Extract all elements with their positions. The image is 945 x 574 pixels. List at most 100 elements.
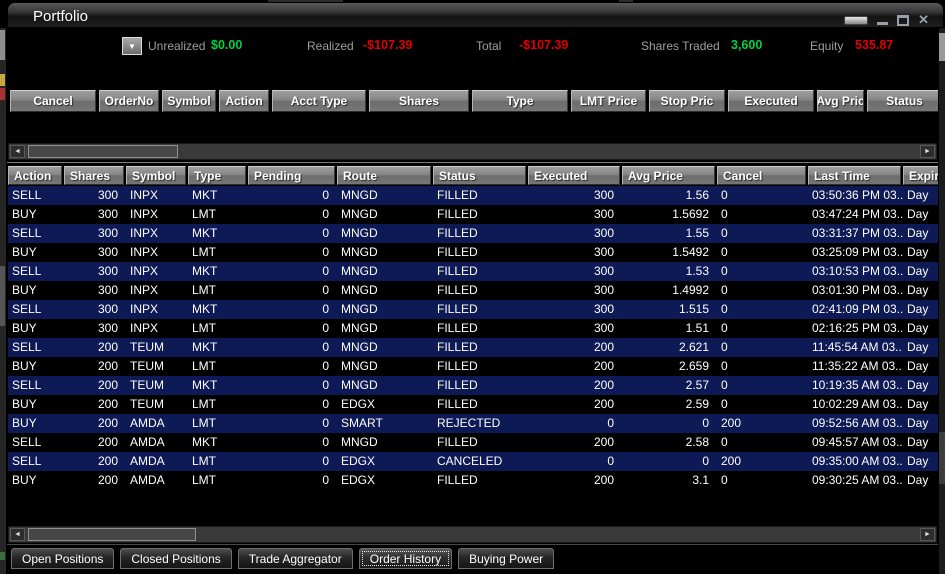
pin-button[interactable] xyxy=(844,16,869,25)
cell-status: FILLED xyxy=(437,226,478,240)
cell-status: FILLED xyxy=(437,378,478,392)
table-row[interactable]: BUY 300 INPX LMT 0 MNGD FILLED 300 1.4992 0 03:01:… xyxy=(8,281,938,300)
cell-cancel: 0 xyxy=(721,359,728,373)
tab-open-positions[interactable]: Open Positions xyxy=(11,548,115,569)
window-title: Portfolio xyxy=(33,8,89,25)
table-row[interactable]: BUY 200 TEUM LMT 0 EDGX FILLED 200 2.59 0 10:02:29… xyxy=(8,395,938,414)
cell-action: BUY xyxy=(12,283,37,297)
order-entry-col-acct-type[interactable]: Acct Type xyxy=(272,90,366,112)
cell-route: EDGX xyxy=(341,454,376,468)
vertical-scrollbar[interactable] xyxy=(938,28,945,574)
scroll-left-icon[interactable]: ◄ xyxy=(10,528,25,541)
cell-last-time: 03:47:24 PM 03... xyxy=(812,207,903,221)
tab-closed-positions[interactable]: Closed Positions xyxy=(120,548,232,569)
table-row[interactable]: BUY 300 INPX LMT 0 MNGD FILLED 300 1.51 0 02:16:25… xyxy=(8,319,938,338)
order-entry-col-status[interactable]: Status xyxy=(867,90,942,112)
close-icon[interactable]: ✕ xyxy=(918,13,929,26)
cell-pending: 0 xyxy=(322,340,329,354)
order-entry-col-shares[interactable]: Shares xyxy=(369,90,469,112)
scrollbar-thumb[interactable] xyxy=(939,33,945,61)
cell-action: SELL xyxy=(12,454,42,468)
cell-avg-price: 2.59 xyxy=(685,397,709,411)
order-entry-col-stop-pric[interactable]: Stop Pric xyxy=(649,90,725,112)
cell-shares: 300 xyxy=(97,207,118,221)
cell-last-time: 02:41:09 PM 03... xyxy=(812,302,903,316)
scrollbar-thumb[interactable] xyxy=(28,145,178,158)
table-row[interactable]: SELL 300 INPX MKT 0 MNGD FILLED 300 1.53 0 03:10:5… xyxy=(8,262,938,281)
cell-pending: 0 xyxy=(322,226,329,240)
cell-type: LMT xyxy=(192,283,216,297)
table-row[interactable]: BUY 300 INPX LMT 0 MNGD FILLED 300 1.5492 0 03:25:… xyxy=(8,243,938,262)
order-history-col-action[interactable]: Action xyxy=(8,166,62,185)
table-row[interactable]: SELL 200 AMDA MKT 0 MNGD FILLED 200 2.58 0 09:45:5… xyxy=(8,433,938,452)
cell-route: MNGD xyxy=(341,359,378,373)
order-history-col-type[interactable]: Type xyxy=(188,166,246,185)
cell-type: MKT xyxy=(192,435,218,449)
cell-pending: 0 xyxy=(322,264,329,278)
scroll-right-icon[interactable]: ► xyxy=(920,145,935,158)
table-row[interactable]: SELL 300 INPX MKT 0 MNGD FILLED 300 1.55 0 03:31:3… xyxy=(8,224,938,243)
table-row[interactable]: SELL 200 TEUM MKT 0 MNGD FILLED 200 2.621 0 11:45:… xyxy=(8,338,938,357)
cell-action: SELL xyxy=(12,264,42,278)
order-history-col-symbol[interactable]: Symbol xyxy=(126,166,186,185)
cell-symbol: AMDA xyxy=(130,473,165,487)
cell-pending: 0 xyxy=(322,359,329,373)
scroll-left-icon[interactable]: ◄ xyxy=(10,145,25,158)
cell-action: BUY xyxy=(12,473,37,487)
table-row[interactable]: SELL 300 INPX MKT 0 MNGD FILLED 300 1.56 0 03:50:3… xyxy=(8,186,938,205)
order-entry-col-lmt-price[interactable]: LMT Price xyxy=(571,90,646,112)
cell-shares: 200 xyxy=(97,397,118,411)
order-history-col-last-time[interactable]: Last Time xyxy=(808,166,901,185)
order-entry-col-symbol[interactable]: Symbol xyxy=(162,90,216,112)
table-row[interactable]: BUY 200 AMDA LMT 0 SMART REJECTED 0 0 200 09:52:56… xyxy=(8,414,938,433)
cell-cancel: 200 xyxy=(721,454,742,468)
stat-value-unrealized: $0.00 xyxy=(211,38,243,52)
order-history-col-executed[interactable]: Executed xyxy=(528,166,620,185)
table-row[interactable]: BUY 300 INPX LMT 0 MNGD FILLED 300 1.5692 0 03:47:… xyxy=(8,205,938,224)
title-bar[interactable]: Portfolio ✕ xyxy=(7,2,944,28)
scrollbar-thumb[interactable] xyxy=(28,528,196,541)
orders-horizontal-scrollbar[interactable]: ◄ ► xyxy=(8,143,937,160)
order-entry-col-type[interactable]: Type xyxy=(472,90,568,112)
table-row[interactable]: BUY 200 TEUM LMT 0 MNGD FILLED 200 2.659 0 11:35:2… xyxy=(8,357,938,376)
order-history-col-cancel[interactable]: Cancel xyxy=(717,166,806,185)
tab-trade-aggregator[interactable]: Trade Aggregator xyxy=(237,548,353,569)
cell-route: MNGD xyxy=(341,264,378,278)
minimize-button[interactable] xyxy=(877,22,889,25)
tab-buying-power[interactable]: Buying Power xyxy=(458,548,555,569)
cell-shares: 300 xyxy=(97,283,118,297)
order-entry-col-orderno[interactable]: OrderNo xyxy=(99,90,159,112)
order-history-col-status[interactable]: Status xyxy=(433,166,526,185)
order-entry-col-action[interactable]: Action xyxy=(219,90,269,112)
table-row[interactable]: SELL 300 INPX MKT 0 MNGD FILLED 300 1.515 0 02:41:… xyxy=(8,300,938,319)
cell-symbol: INPX xyxy=(130,264,159,278)
cell-symbol: INPX xyxy=(130,207,159,221)
order-history-col-expir[interactable]: Expir xyxy=(903,166,938,185)
table-row[interactable]: SELL 200 TEUM MKT 0 MNGD FILLED 200 2.57 0 10:19:3… xyxy=(8,376,938,395)
account-dropdown-button[interactable]: ▼ xyxy=(122,37,142,55)
order-entry-col-cancel[interactable]: Cancel xyxy=(10,90,96,112)
order-entry-col-executed[interactable]: Executed xyxy=(728,90,814,112)
order-history-col-avg-price[interactable]: Avg Price xyxy=(622,166,715,185)
history-horizontal-scrollbar[interactable]: ◄ ► xyxy=(8,526,937,543)
cell-cancel: 0 xyxy=(721,378,728,392)
cell-type: LMT xyxy=(192,359,216,373)
tab-order-history[interactable]: Order History xyxy=(358,548,453,569)
cell-executed: 200 xyxy=(593,435,614,449)
cell-type: LMT xyxy=(192,207,216,221)
cell-symbol: INPX xyxy=(130,188,159,202)
cell-avg-price: 1.51 xyxy=(685,321,709,335)
maximize-button[interactable] xyxy=(897,15,910,26)
order-entry-col-avg-pric[interactable]: Avg Pric xyxy=(817,90,864,112)
cell-executed: 300 xyxy=(593,207,614,221)
table-row[interactable]: SELL 200 AMDA LMT 0 EDGX CANCELED 0 0 200 09:35:00… xyxy=(8,452,938,471)
order-history-col-route[interactable]: Route xyxy=(337,166,431,185)
cell-route: MNGD xyxy=(341,283,378,297)
order-history-col-shares[interactable]: Shares xyxy=(64,166,124,185)
order-history-col-pending[interactable]: Pending xyxy=(248,166,335,185)
table-row[interactable]: BUY 200 AMDA LMT 0 EDGX FILLED 200 3.1 0 09:30:25 … xyxy=(8,471,938,490)
cell-cancel: 0 xyxy=(721,435,728,449)
scroll-right-icon[interactable]: ► xyxy=(920,528,935,541)
scrollbar-thumb[interactable] xyxy=(939,432,945,484)
cell-symbol: TEUM xyxy=(130,378,164,392)
